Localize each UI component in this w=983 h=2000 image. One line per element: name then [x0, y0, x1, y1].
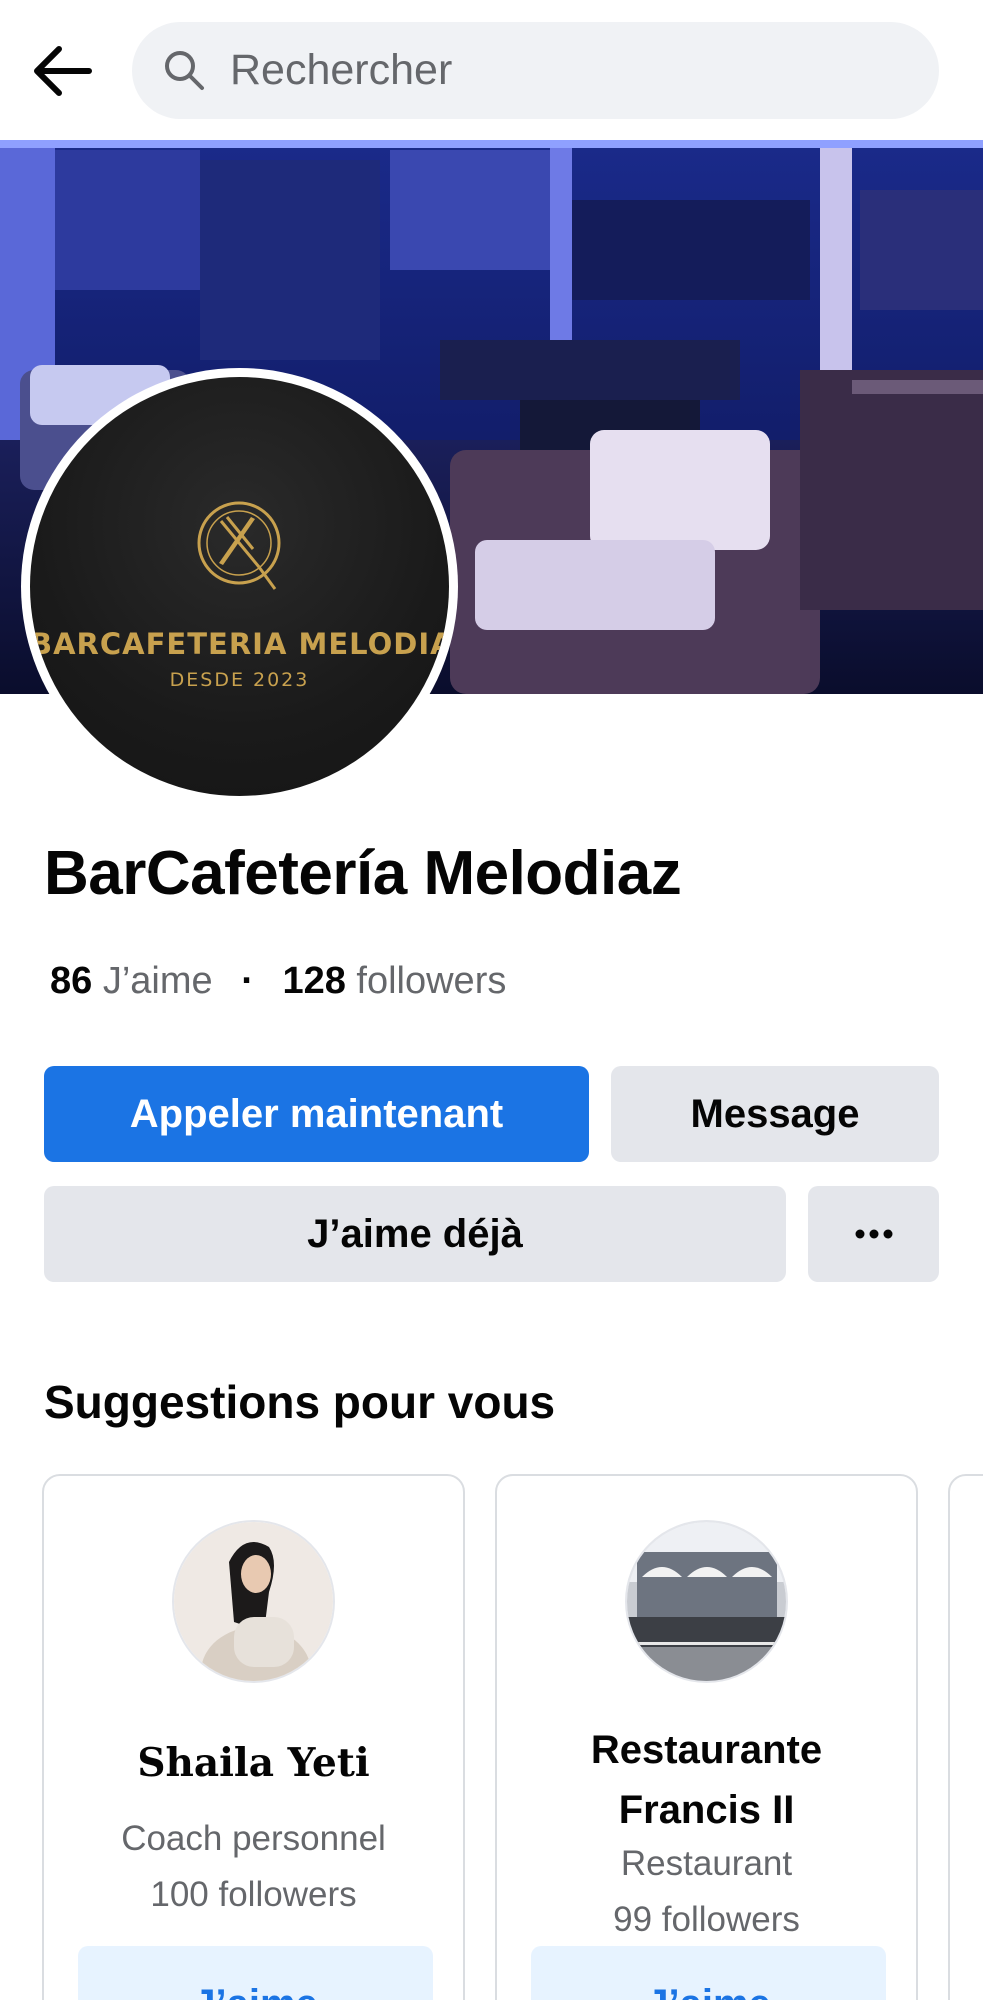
more-dots-icon	[855, 1229, 892, 1239]
top-bar	[0, 0, 983, 140]
profile-avatar[interactable]: BARCAFETERIA MELODIAZ DESDE 2023	[21, 368, 458, 805]
followers-label: followers	[356, 960, 507, 1002]
page-stats: 86 J’aime · 128 followers	[50, 960, 506, 1003]
fork-knife-logo-icon	[197, 501, 281, 590]
suggestion-avatar[interactable]	[625, 1520, 788, 1683]
arrow-left-icon	[34, 46, 92, 96]
page-title: BarCafetería Melodiaz	[44, 839, 682, 908]
message-button[interactable]: Message	[611, 1066, 939, 1162]
back-button[interactable]	[28, 36, 98, 106]
suggestion-avatar[interactable]	[172, 1520, 335, 1683]
suggestions-heading: Suggestions pour vous	[44, 1376, 556, 1428]
person-photo	[174, 1522, 333, 1681]
search-icon	[165, 51, 204, 90]
followers-count: 128	[282, 960, 346, 1002]
likes-count: 86	[50, 960, 93, 1002]
logo-title: BARCAFETERIA MELODIAZ	[30, 627, 449, 661]
separator-dot: ·	[241, 960, 254, 1002]
suggestion-category: Restaurant	[620, 1844, 793, 1883]
search-bar[interactable]	[132, 22, 939, 119]
suggestion-category: Coach personnel	[121, 1819, 386, 1858]
suggestion-card[interactable]: Restaurante Francis II Restaurant 99 fol…	[495, 1474, 918, 2000]
restaurant-photo	[627, 1522, 786, 1681]
logo-subtitle: DESDE 2023	[169, 669, 310, 691]
suggestion-card-partial[interactable]	[948, 1474, 983, 2000]
suggestion-like-button[interactable]: J’aime	[78, 1946, 433, 2000]
suggestion-like-button[interactable]: J’aime	[531, 1946, 886, 2000]
search-input[interactable]	[230, 22, 910, 119]
likes-label: J’aime	[102, 960, 213, 1002]
suggestion-followers: 99 followers	[613, 1900, 800, 1939]
profile-logo: BARCAFETERIA MELODIAZ DESDE 2023	[30, 377, 449, 796]
suggestion-name[interactable]: Restaurante Francis II	[497, 1720, 916, 1840]
suggestion-card[interactable]: Shaila Yeti Coach personnel 100 follower…	[42, 1474, 465, 2000]
more-options-button[interactable]	[808, 1186, 939, 1282]
liked-button[interactable]: J’aime déjà	[44, 1186, 786, 1282]
suggestion-name[interactable]: Shaila Yeti	[44, 1740, 463, 1786]
call-now-button[interactable]: Appeler maintenant	[44, 1066, 589, 1162]
suggestion-followers: 100 followers	[150, 1875, 357, 1914]
